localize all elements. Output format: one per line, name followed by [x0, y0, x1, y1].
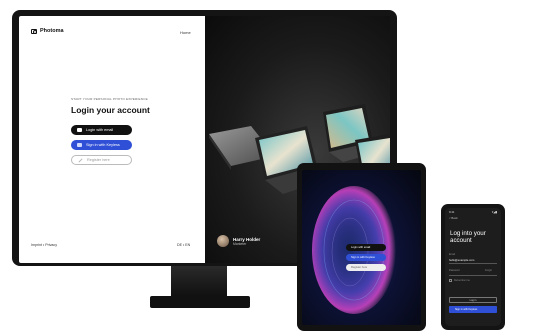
login-panel: Photoma Home START YOUR PERSONAL PHOTO E… [19, 16, 205, 263]
sign-in-keyless-label: Sign in with Keyless [86, 143, 120, 147]
register-button[interactable]: Register here [71, 155, 132, 165]
tablet-keyless-label: Sign in with Keyless [351, 256, 375, 259]
brand-name: Photoma [40, 28, 64, 34]
email-label: Email [449, 253, 455, 256]
featured-person: Harry Holder Marketer [217, 235, 260, 247]
email-underline [449, 263, 497, 264]
phone-keyless-label: Sign in with Keyless [455, 308, 478, 311]
phone-status-bar: 9:41 ▾◢▮ [449, 210, 497, 214]
phone-login-button[interactable]: Log in [449, 297, 497, 303]
phone-keyless-button[interactable]: Sign in with Keyless [449, 306, 497, 313]
tablet-login-email-label: Login with email [351, 246, 371, 249]
monitor-stand-neck [171, 266, 227, 298]
person-name: Harry Holder [233, 236, 261, 242]
email-field[interactable]: hello@example.com [449, 258, 474, 262]
tablet-keyless-button[interactable]: Sign in with Keyless [346, 254, 386, 261]
avatar [217, 235, 229, 247]
login-with-email-label: Login with email [86, 128, 114, 132]
pencil-icon [78, 157, 83, 163]
footer-legal-links[interactable]: Imprint • Privacy [31, 243, 57, 247]
phone-screen: 9:41 ▾◢▮ < Back Log into your account Em… [445, 208, 501, 326]
page-title: Login your account [71, 105, 150, 115]
tablet-register-label: Register here [351, 266, 368, 269]
login-kicker: START YOUR PERSONAL PHOTO EXPERIENCE [71, 97, 148, 101]
monitor-stand-base [150, 296, 250, 308]
login-with-email-button[interactable]: Login with email [71, 125, 132, 135]
password-label: Password [449, 269, 460, 272]
remember-label: Remember me [454, 279, 470, 282]
phone-title: Log into your account [450, 230, 486, 244]
forgot-link[interactable]: Forgot [485, 269, 492, 272]
register-label: Register here [87, 158, 110, 162]
tablet-login-email-button[interactable]: Login with email [346, 244, 386, 251]
status-icons: ▾◢▮ [491, 210, 497, 214]
language-switcher[interactable]: DE • EN [177, 243, 190, 247]
keyless-icon [77, 143, 82, 147]
remember-checkbox[interactable] [449, 279, 452, 282]
password-field[interactable] [449, 275, 497, 276]
camera-icon [31, 28, 37, 34]
home-link[interactable]: Home [180, 30, 191, 35]
phone-login-label: Log in [469, 298, 477, 302]
mail-icon [77, 128, 82, 132]
status-time: 9:41 [449, 210, 455, 214]
sign-in-keyless-button[interactable]: Sign in with Keyless [71, 140, 132, 150]
back-button[interactable]: < Back [449, 216, 458, 220]
tablet-screen: Login with email Sign in with Keyless Re… [302, 170, 421, 325]
tablet-register-button[interactable]: Register here [346, 264, 386, 271]
brand-logo[interactable]: Photoma [31, 28, 64, 34]
person-role: Marketer [233, 241, 247, 246]
